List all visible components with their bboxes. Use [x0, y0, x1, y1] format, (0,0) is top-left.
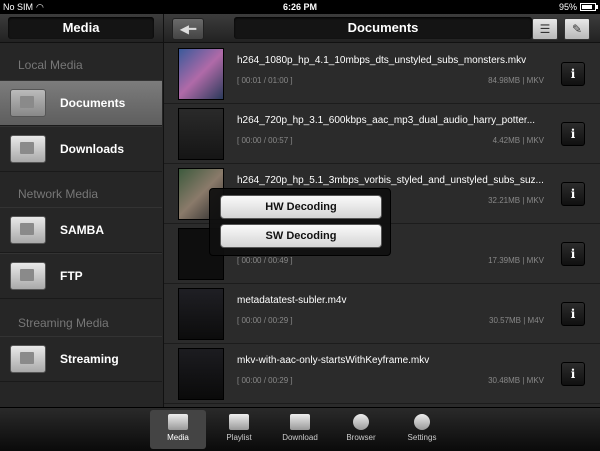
documents-folder-icon — [10, 89, 46, 117]
tab-label: Media — [167, 433, 189, 442]
section-label-local-media: Local Media — [18, 58, 83, 72]
sidebar-item-label: FTP — [60, 269, 83, 283]
file-row[interactable]: h264_720p_hp_3.1_600kbps_aac_mp3_dual_au… — [164, 103, 600, 164]
streaming-icon — [10, 345, 46, 373]
info-button[interactable]: i — [561, 362, 585, 386]
tab-download[interactable]: Download — [272, 410, 328, 449]
video-thumbnail — [178, 48, 224, 100]
video-thumbnail — [178, 108, 224, 160]
tab-settings[interactable]: Settings — [394, 410, 450, 449]
sidebar-item-documents[interactable]: Documents — [0, 80, 162, 126]
file-name: metadatatest-subler.m4v — [237, 295, 347, 306]
tab-label: Settings — [407, 433, 437, 442]
sidebar-item-downloads[interactable]: Downloads — [0, 126, 162, 172]
downloads-folder-icon — [10, 135, 46, 163]
sidebar-item-ftp[interactable]: FTP — [0, 253, 162, 299]
sidebar-item-label: SAMBA — [60, 223, 104, 237]
edit-button[interactable]: ✎ — [564, 18, 590, 40]
tab-media[interactable]: Media — [150, 410, 206, 449]
sidebar-item-label: Streaming — [60, 352, 119, 366]
sidebar: Media Local Media Documents Downloads Ne… — [0, 14, 164, 407]
download-icon — [290, 414, 310, 430]
clock: 6:26 PM — [282, 2, 317, 12]
info-button[interactable]: i — [561, 302, 585, 326]
page-title: Documents — [234, 17, 532, 39]
edit-icon: ✎ — [571, 22, 583, 36]
info-button[interactable]: i — [561, 242, 585, 266]
globe-icon — [353, 414, 369, 430]
tab-label: Download — [282, 433, 318, 442]
file-name: mkv-with-aac-only-startsWithKeyframe.mkv — [237, 355, 430, 366]
ftp-server-icon — [10, 262, 46, 290]
media-icon — [168, 414, 188, 430]
gear-icon — [414, 414, 430, 430]
samba-server-icon — [10, 216, 46, 244]
tab-playlist[interactable]: Playlist — [211, 410, 267, 449]
decoding-popup: HW Decoding SW Decoding — [209, 188, 391, 256]
tab-label: Browser — [346, 433, 376, 442]
sidebar-item-label: Downloads — [60, 142, 125, 156]
info-button[interactable]: i — [561, 182, 585, 206]
file-name: h264_1080p_hp_4.1_10mbps_dts_unstyled_su… — [237, 55, 527, 66]
battery-icon — [580, 3, 598, 11]
sidebar-header: Media — [0, 14, 163, 43]
tab-bar: Media Playlist Download Browser Settings — [0, 407, 600, 451]
file-size: 32.21MB | MKV — [488, 196, 544, 205]
back-arrow-icon: ◀━ — [179, 22, 197, 36]
sort-list-icon: ☰ — [539, 22, 551, 36]
file-row[interactable]: h264_1080p_hp_4.1_10mbps_dts_unstyled_su… — [164, 43, 600, 104]
file-duration: [ 00:00 / 00:57 ] — [237, 136, 293, 145]
file-size: 30.57MB | M4V — [489, 316, 544, 325]
main-header: ◀━ Documents ☰ ✎ — [164, 14, 600, 43]
file-duration: [ 00:00 / 00:29 ] — [237, 316, 293, 325]
file-duration: [ 00:01 / 01:00 ] — [237, 76, 293, 85]
file-size: 84.98MB | MKV — [488, 76, 544, 85]
hw-decoding-button[interactable]: HW Decoding — [220, 195, 382, 219]
file-duration: [ 00:00 / 00:49 ] — [237, 256, 293, 265]
tab-label: Playlist — [226, 433, 252, 442]
file-size: 4.42MB | MKV — [492, 136, 544, 145]
file-row[interactable]: metadatatest-subler.m4v [ 00:00 / 00:29 … — [164, 283, 600, 344]
sidebar-item-label: Documents — [60, 96, 126, 110]
section-label-streaming-media: Streaming Media — [18, 316, 109, 330]
back-button[interactable]: ◀━ — [172, 18, 204, 40]
section-label-network-media: Network Media — [18, 187, 99, 201]
sidebar-item-samba[interactable]: SAMBA — [0, 207, 162, 253]
sidebar-item-streaming[interactable]: Streaming — [0, 336, 162, 382]
info-button[interactable]: i — [561, 62, 585, 86]
video-thumbnail — [178, 288, 224, 340]
file-name: h264_720p_hp_5.1_3mbps_vorbis_styled_and… — [237, 175, 544, 186]
video-thumbnail — [178, 348, 224, 400]
file-name: h264_720p_hp_3.1_600kbps_aac_mp3_dual_au… — [237, 115, 536, 126]
file-row[interactable]: mkv-with-aac-only-startsWithKeyframe.mkv… — [164, 343, 600, 404]
sidebar-title: Media — [8, 17, 154, 39]
sort-button[interactable]: ☰ — [532, 18, 558, 40]
info-button[interactable]: i — [561, 122, 585, 146]
file-duration: [ 00:00 / 00:29 ] — [237, 376, 293, 385]
playlist-icon — [229, 414, 249, 430]
tab-browser[interactable]: Browser — [333, 410, 389, 449]
status-bar: No SIM ◠ 6:26 PM 95% — [0, 0, 600, 14]
file-size: 30.48MB | MKV — [488, 376, 544, 385]
file-size: 17.39MB | MKV — [488, 256, 544, 265]
sw-decoding-button[interactable]: SW Decoding — [220, 224, 382, 248]
battery-percent: 95% — [558, 2, 577, 12]
